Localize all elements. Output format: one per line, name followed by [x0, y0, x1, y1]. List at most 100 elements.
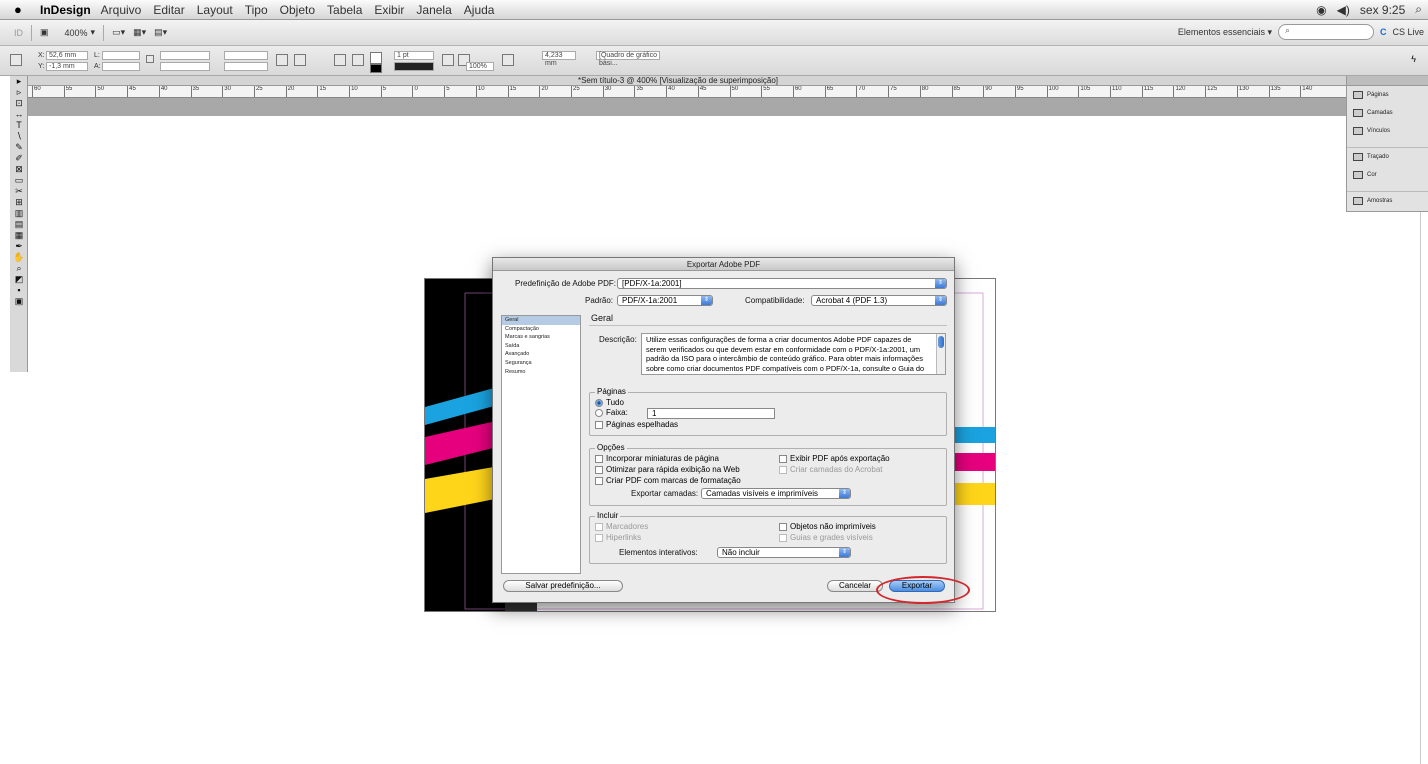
- spotlight-icon[interactable]: ⌕: [1415, 2, 1422, 17]
- vertical-scrollbar[interactable]: [1420, 212, 1428, 764]
- save-preset-button[interactable]: Salvar predefinição...: [503, 580, 623, 592]
- menu-ajuda[interactable]: Ajuda: [464, 3, 495, 17]
- menu-app-name[interactable]: InDesign: [40, 3, 91, 17]
- lightning-icon[interactable]: ϟ: [1411, 54, 1416, 64]
- select-container-icon[interactable]: [334, 54, 346, 66]
- menu-objeto[interactable]: Objeto: [280, 3, 315, 17]
- status-icon[interactable]: ◉: [1316, 3, 1326, 17]
- panel-paginas[interactable]: Páginas: [1347, 86, 1428, 104]
- category-seguranca[interactable]: Segurança: [502, 359, 580, 368]
- opacity-field[interactable]: 100%: [466, 62, 494, 71]
- fill-stroke-tool-icon[interactable]: ◩: [10, 274, 28, 285]
- panel-vinculos[interactable]: Vínculos: [1347, 122, 1428, 140]
- panel-tracado[interactable]: Traçado: [1347, 148, 1428, 166]
- apple-icon[interactable]: ●: [14, 2, 30, 17]
- gradient-tool-icon[interactable]: ▥: [10, 208, 28, 219]
- category-compactacao[interactable]: Compactação: [502, 325, 580, 334]
- cslive-label[interactable]: CS Live: [1392, 27, 1424, 37]
- scissors-tool-icon[interactable]: ✂: [10, 186, 28, 197]
- interactive-select[interactable]: Não incluir ⇕: [717, 547, 851, 558]
- clock[interactable]: sex 9:25: [1360, 3, 1405, 17]
- page-tool-icon[interactable]: ⊡: [10, 98, 28, 109]
- free-transform-tool-icon[interactable]: ⊞: [10, 197, 28, 208]
- menu-tipo[interactable]: Tipo: [245, 3, 268, 17]
- y-position-field[interactable]: -1,3 mm: [46, 62, 88, 71]
- flip-icon[interactable]: [294, 54, 306, 66]
- height-field[interactable]: [102, 62, 140, 71]
- stroke-swatch-icon[interactable]: [370, 64, 382, 73]
- menu-exibir[interactable]: Exibir: [374, 3, 404, 17]
- shear-field[interactable]: [224, 62, 268, 71]
- document-tab[interactable]: *Sem título-3 @ 400% [Visualização de su…: [10, 76, 1346, 86]
- select-content-icon[interactable]: [352, 54, 364, 66]
- workspace-switcher[interactable]: Elementos essenciais ▾: [1178, 27, 1272, 38]
- pencil-tool-icon[interactable]: ✐: [10, 153, 28, 164]
- spreads-checkbox[interactable]: Páginas espelhadas: [595, 420, 678, 429]
- description-scrollbar[interactable]: [936, 334, 945, 374]
- direct-selection-tool-icon[interactable]: ▹: [10, 87, 28, 98]
- stroke-type-select[interactable]: [394, 62, 434, 71]
- view-pdf-checkbox[interactable]: Exibir PDF após exportação: [779, 454, 890, 463]
- menu-layout[interactable]: Layout: [197, 3, 233, 17]
- frame-tool-icon[interactable]: ⊠: [10, 164, 28, 175]
- panel-cor[interactable]: Cor: [1347, 166, 1428, 184]
- wrap-icon[interactable]: [442, 54, 454, 66]
- line-tool-icon[interactable]: ∖: [10, 131, 28, 142]
- arrange-documents-icon[interactable]: ▤▾: [154, 27, 167, 38]
- category-saida[interactable]: Saída: [502, 342, 580, 351]
- scale-y-field[interactable]: [160, 62, 210, 71]
- compatibility-select[interactable]: Acrobat 4 (PDF 1.3) ⇕: [811, 295, 947, 306]
- acrobat-layers-checkbox[interactable]: Criar camadas do Acrobat: [779, 465, 883, 474]
- scroll-thumb[interactable]: [938, 336, 944, 348]
- gradient-feather-tool-icon[interactable]: ▦: [10, 230, 28, 241]
- screen-mode-tool-icon[interactable]: ▣: [10, 296, 28, 307]
- panel-camadas[interactable]: Camadas: [1347, 104, 1428, 122]
- pen-tool-icon[interactable]: ✎: [10, 142, 28, 153]
- search-input[interactable]: ⌕: [1277, 24, 1374, 40]
- range-field[interactable]: 1: [647, 408, 775, 419]
- gap-tool-icon[interactable]: ↔: [10, 109, 28, 120]
- range-radio[interactable]: Faixa:: [595, 408, 628, 417]
- fast-web-checkbox[interactable]: Otimizar para rápida exibição na Web: [595, 465, 740, 474]
- constrain-proportions-icon[interactable]: [146, 55, 154, 63]
- nonprinting-checkbox[interactable]: Objetos não imprimíveis: [779, 522, 876, 531]
- tagged-pdf-checkbox[interactable]: Criar PDF com marcas de formatação: [595, 476, 741, 485]
- object-style-select[interactable]: [Quadro de gráfico bási...: [596, 51, 660, 67]
- panel-amostras[interactable]: Amostras: [1347, 192, 1428, 210]
- zoom-select[interactable]: 400%: [65, 28, 88, 38]
- type-tool-icon[interactable]: T: [10, 120, 28, 131]
- menu-editar[interactable]: Editar: [153, 3, 184, 17]
- hyperlinks-checkbox[interactable]: Hiperlinks: [595, 533, 641, 542]
- dimension-field[interactable]: 4,233 mm: [542, 51, 576, 67]
- category-resumo[interactable]: Resumo: [502, 368, 580, 377]
- guides-checkbox[interactable]: Guias e grades visíveis: [779, 533, 873, 542]
- eyedropper-tool-icon[interactable]: ✒: [10, 241, 28, 252]
- standard-select[interactable]: PDF/X-1a:2001 ⇕: [617, 295, 713, 306]
- volume-icon[interactable]: ◀): [1337, 3, 1350, 17]
- export-layers-select[interactable]: Camadas visíveis e imprimíveis ⇕: [701, 488, 851, 499]
- thumbnails-checkbox[interactable]: Incorporar miniaturas de página: [595, 454, 719, 463]
- category-marcas[interactable]: Marcas e sangrias: [502, 333, 580, 342]
- hand-tool-icon[interactable]: ✋: [10, 252, 28, 263]
- cancel-button[interactable]: Cancelar: [827, 580, 883, 592]
- screen-mode-icon[interactable]: ▦▾: [133, 27, 146, 38]
- bridge-icon[interactable]: ▣: [40, 27, 49, 38]
- width-field[interactable]: [102, 51, 140, 60]
- bookmarks-checkbox[interactable]: Marcadores: [595, 522, 648, 531]
- all-pages-radio[interactable]: Tudo: [595, 398, 624, 407]
- x-position-field[interactable]: 52,6 mm: [46, 51, 88, 60]
- stroke-weight-field[interactable]: 1 pt: [394, 51, 434, 60]
- cslive-icon[interactable]: C: [1380, 27, 1387, 37]
- menu-arquivo[interactable]: Arquivo: [101, 3, 142, 17]
- view-options-icon[interactable]: ▭▾: [112, 27, 125, 38]
- selection-tool-icon[interactable]: ▸: [10, 76, 28, 87]
- panel-header[interactable]: [1347, 76, 1428, 86]
- preset-select[interactable]: [PDF/X-1a:2001] ⇕: [617, 278, 947, 289]
- fitting-icon[interactable]: [502, 54, 514, 66]
- apply-color-tool-icon[interactable]: ▪: [10, 285, 28, 296]
- menu-janela[interactable]: Janela: [416, 3, 451, 17]
- reference-point-icon[interactable]: [10, 54, 22, 66]
- scale-x-field[interactable]: [160, 51, 210, 60]
- zoom-tool-icon[interactable]: ⌕: [10, 263, 28, 274]
- fill-swatch-icon[interactable]: [370, 52, 382, 64]
